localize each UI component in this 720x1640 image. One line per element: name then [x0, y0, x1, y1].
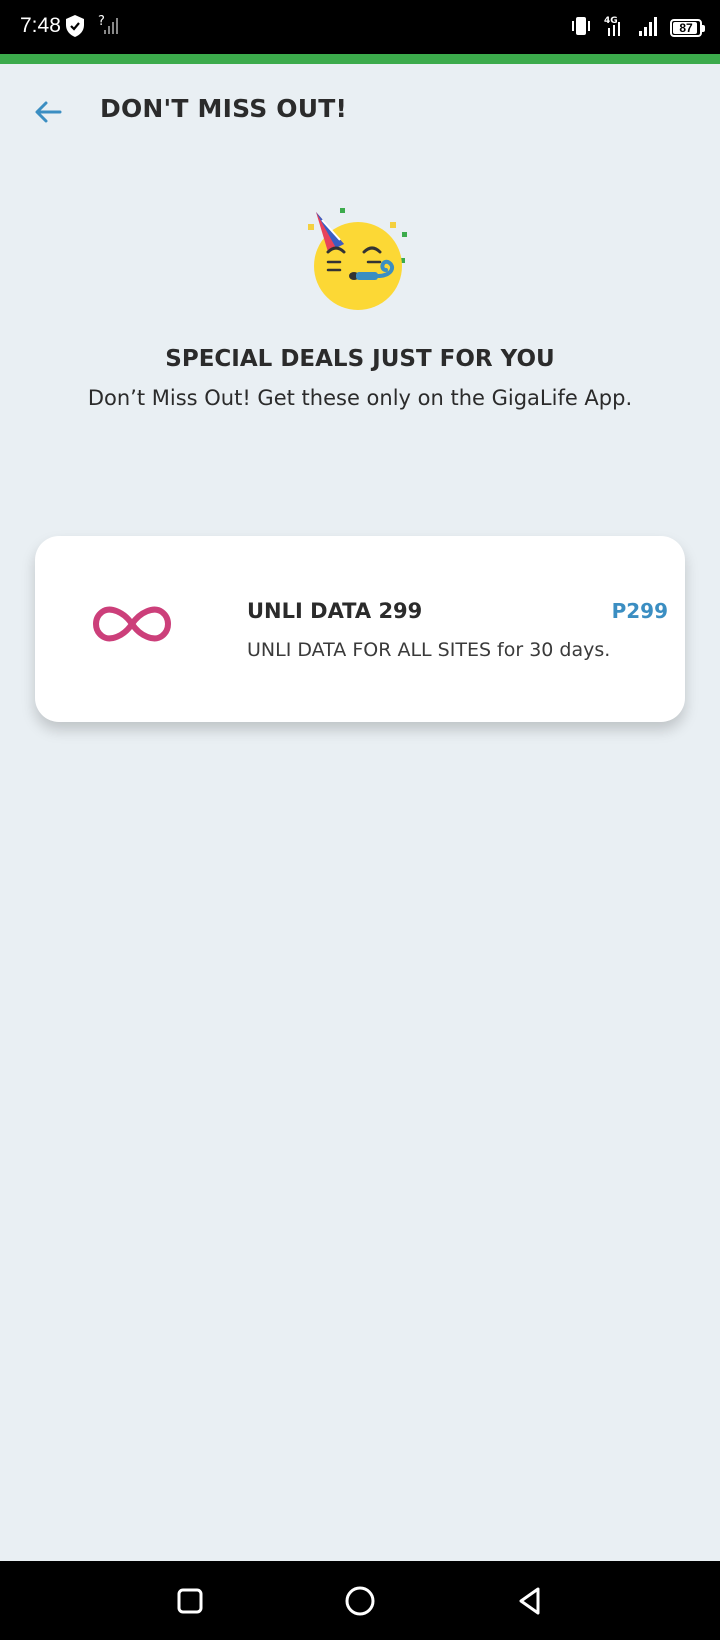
svg-text:4G: 4G: [604, 16, 618, 26]
accent-strip: [0, 54, 720, 64]
status-bar: 7:48 ? 4G 87: [0, 0, 720, 54]
deal-card[interactable]: UNLI DATA 299 P299 UNLI DATA FOR ALL SIT…: [35, 536, 685, 722]
vibrate-icon: [570, 15, 592, 41]
battery-icon: 87: [670, 19, 705, 37]
section-heading: SPECIAL DEALS JUST FOR YOU: [165, 346, 555, 372]
network-4g-icon: 4G: [602, 14, 628, 42]
battery-level: 87: [679, 21, 693, 35]
deal-description: UNLI DATA FOR ALL SITES for 30 days.: [247, 639, 611, 661]
infinity-icon: [87, 594, 177, 654]
circle-icon: [345, 1586, 375, 1616]
back-arrow-icon: [35, 101, 62, 123]
recent-apps-button[interactable]: [170, 1581, 210, 1621]
page-title: DON'T MISS OUT!: [100, 94, 348, 123]
deal-price: P299: [611, 599, 668, 623]
svg-text:?: ?: [98, 14, 105, 29]
status-right-group: 4G 87: [570, 14, 705, 42]
back-nav-button[interactable]: [510, 1581, 550, 1621]
shield-icon: [64, 14, 86, 42]
section-subtitle: Don’t Miss Out! Get these only on the Gi…: [87, 386, 633, 410]
back-button[interactable]: [26, 90, 70, 134]
no-signal-icon: ?: [98, 13, 118, 41]
triangle-back-icon: [519, 1587, 540, 1615]
party-face-icon: [300, 200, 420, 320]
system-nav-bar: [0, 1561, 720, 1640]
signal-icon: [638, 15, 660, 41]
deal-name: UNLI DATA 299: [247, 599, 423, 623]
app-header: DON'T MISS OUT!: [0, 64, 720, 160]
square-icon: [177, 1588, 203, 1614]
home-button[interactable]: [340, 1581, 380, 1621]
status-time: 7:48: [20, 14, 61, 37]
